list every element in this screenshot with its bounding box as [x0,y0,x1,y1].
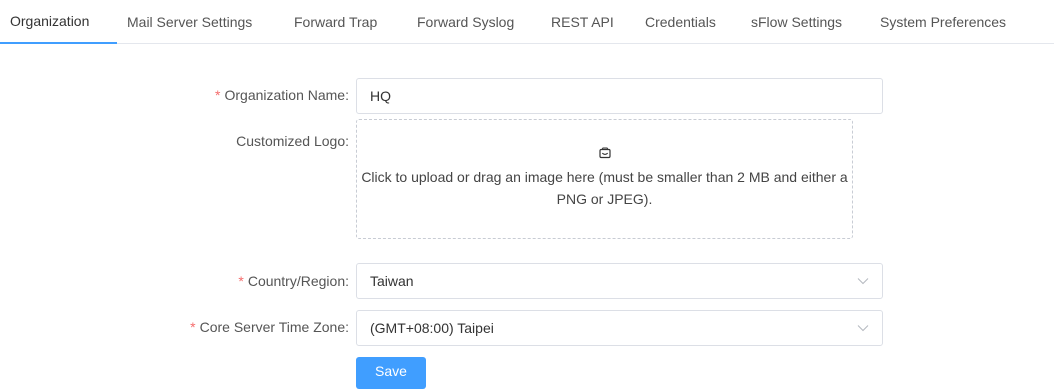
customized-logo-label: Customized Logo: [236,133,349,149]
chevron-down-icon [857,278,869,285]
organization-name-input[interactable]: HQ [356,78,883,114]
tab-system-preferences[interactable]: System Preferences [870,0,1040,43]
organization-name-value: HQ [370,88,391,104]
organization-name-label: * Organization Name: [215,87,349,103]
time-zone-label-text: Core Server Time Zone [199,319,346,335]
save-button[interactable]: Save [356,357,426,389]
settings-tab-bar: Organization Mail Server Settings Forwar… [0,0,1054,44]
upload-instructions: Click to upload or drag an image here (m… [361,169,848,207]
tab-organization[interactable]: Organization [0,0,117,44]
country-region-label: * Country/Region: [238,273,349,289]
country-region-select[interactable]: Taiwan [356,263,883,299]
country-region-label-text: Country/Region [247,273,346,289]
logo-upload-dropzone[interactable]: Click to upload or drag an image here (m… [356,119,853,239]
label-colon: : [345,273,349,289]
tab-forward-trap[interactable]: Forward Trap [284,0,407,43]
chevron-down-icon [857,325,869,332]
time-zone-value: (GMT+08:00) Taipei [370,320,494,336]
label-colon: : [345,319,349,335]
tab-credentials[interactable]: Credentials [635,0,741,43]
customized-logo-label-text: Customized Logo [236,133,346,149]
organization-name-label-text: Organization Name [224,87,346,103]
tab-rest-api[interactable]: REST API [541,0,635,43]
time-zone-label: * Core Server Time Zone: [190,319,349,335]
time-zone-select[interactable]: (GMT+08:00) Taipei [356,310,883,346]
tab-mail-server-settings[interactable]: Mail Server Settings [117,0,284,43]
required-mark: * [238,273,244,289]
label-colon: : [345,87,349,103]
tab-sflow-settings[interactable]: sFlow Settings [741,0,870,43]
image-upload-icon [599,147,611,159]
label-colon: : [345,133,349,149]
required-mark: * [190,319,196,335]
country-region-value: Taiwan [370,273,414,289]
tab-forward-syslog[interactable]: Forward Syslog [407,0,541,43]
required-mark: * [215,87,221,103]
